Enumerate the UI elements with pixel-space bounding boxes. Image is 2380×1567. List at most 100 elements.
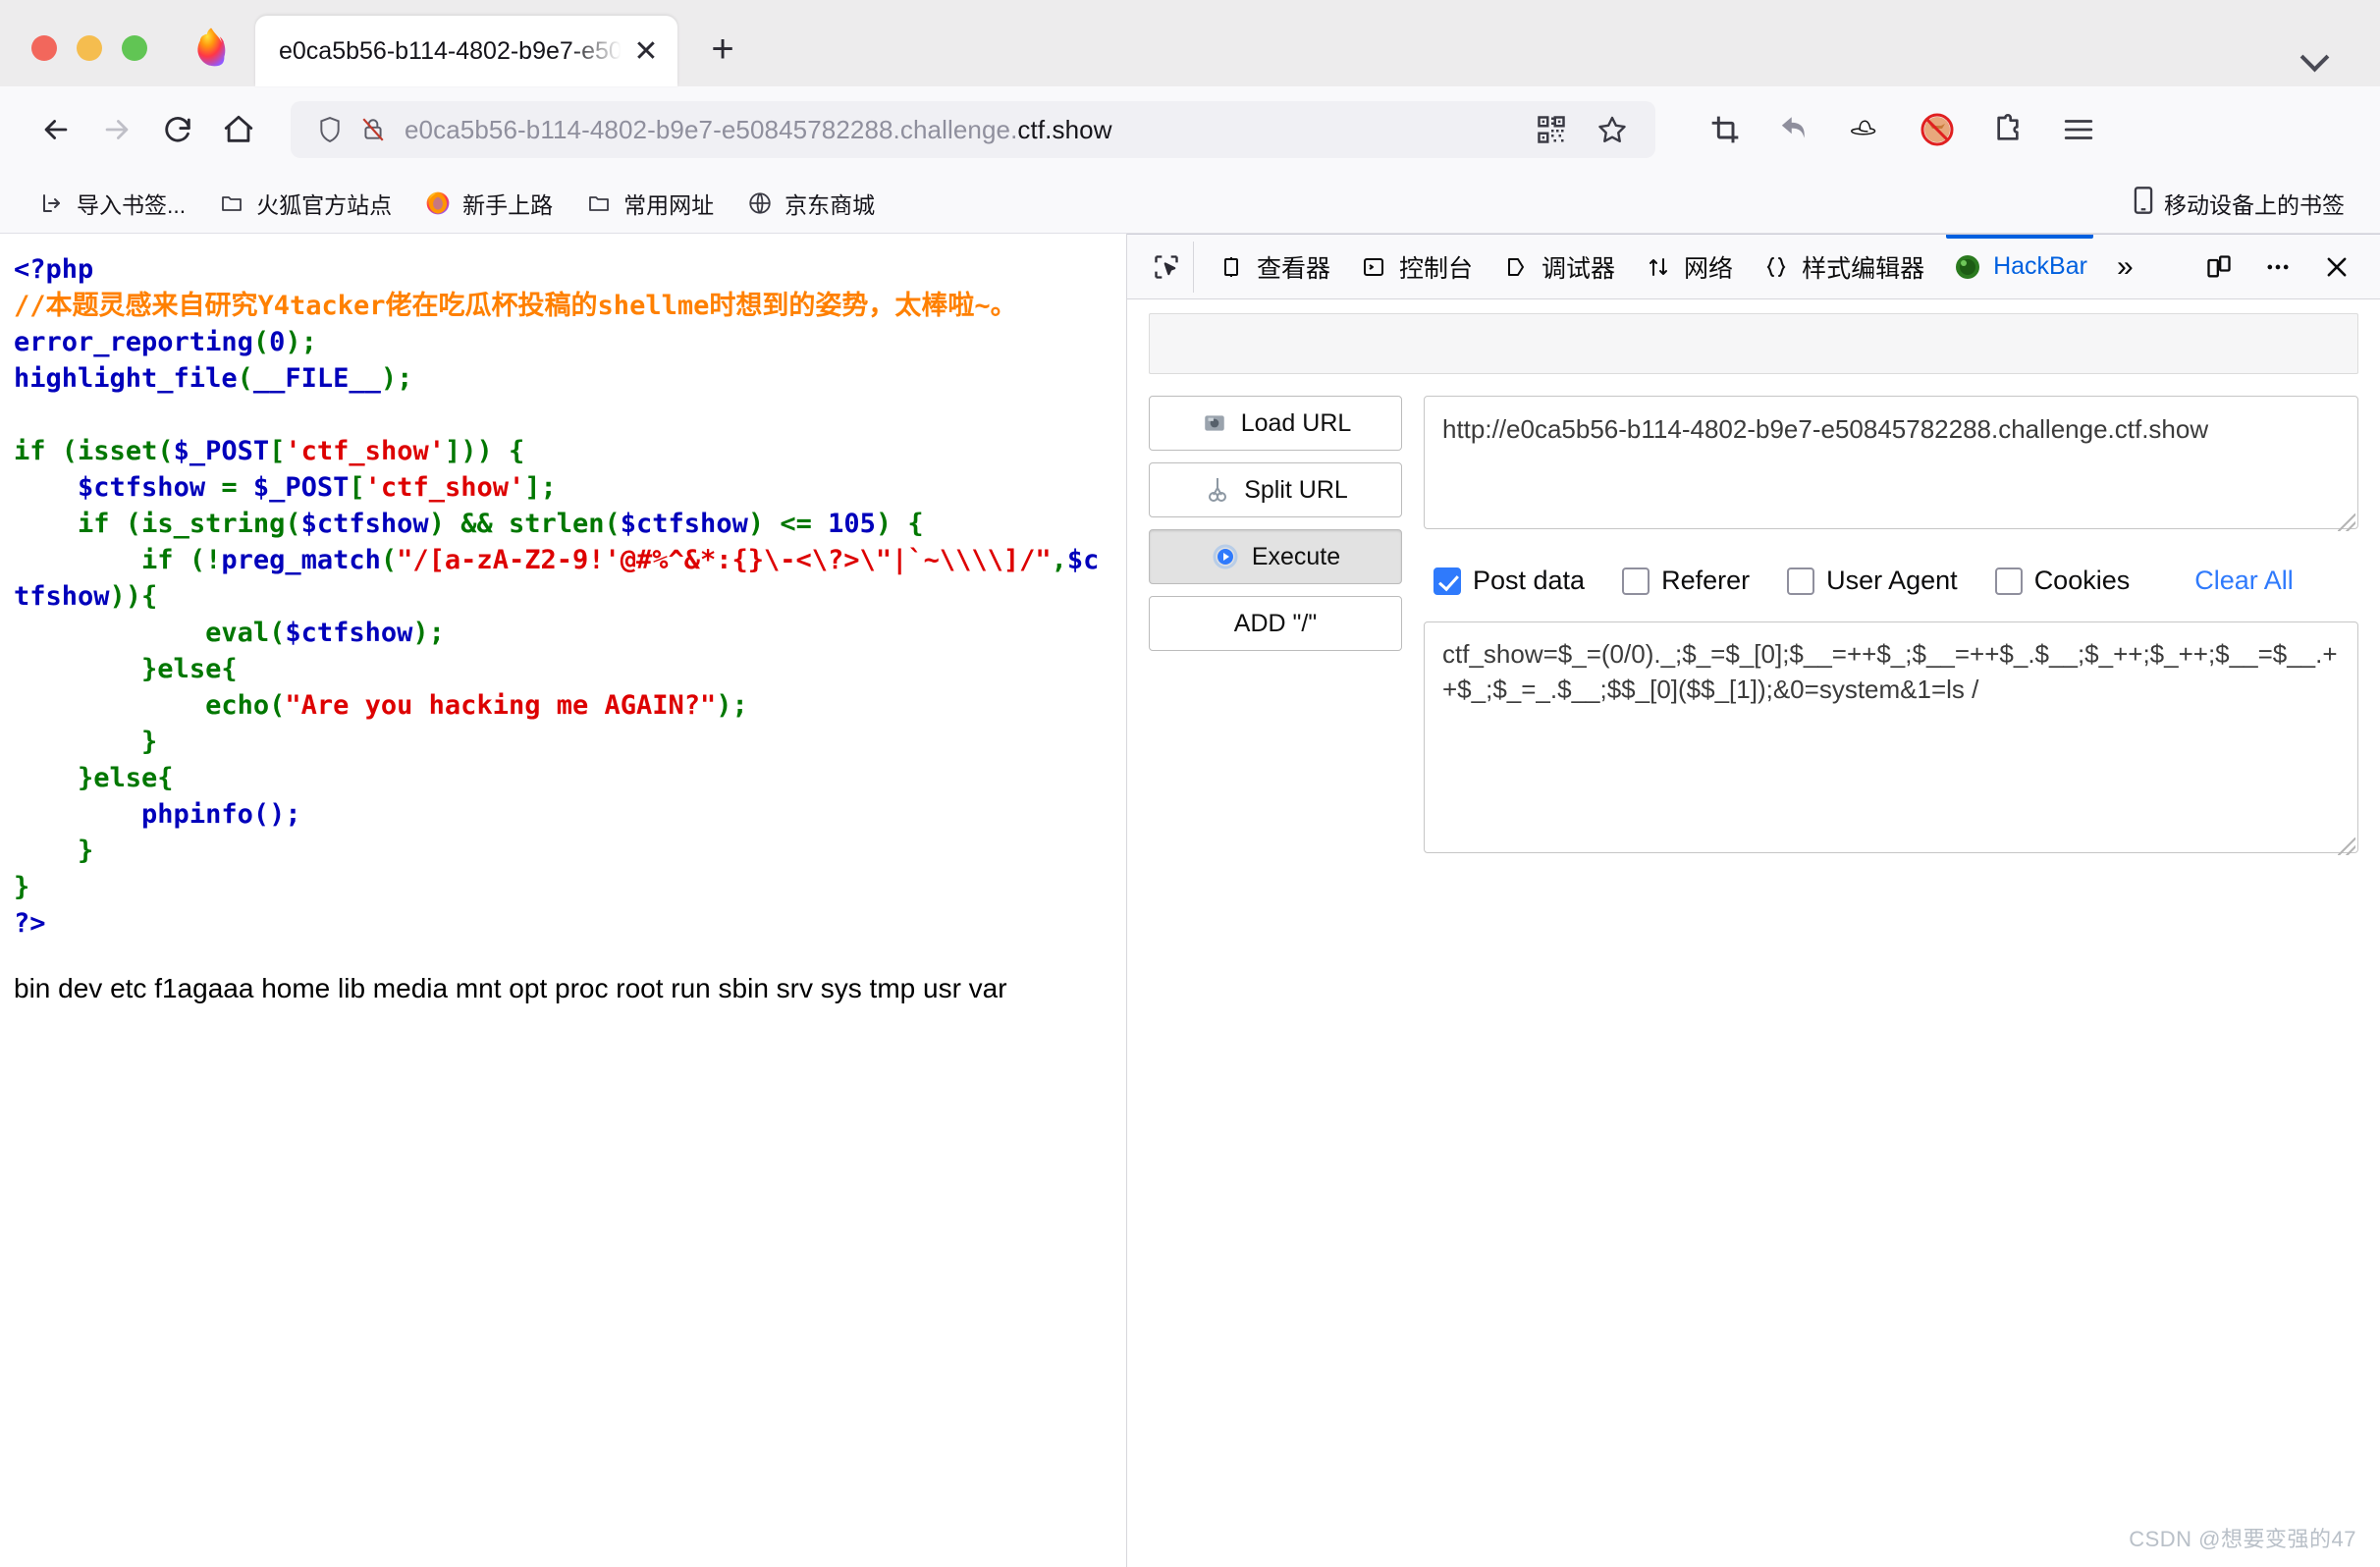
- clear-all-link[interactable]: Clear All: [2194, 566, 2294, 596]
- checkbox-box[interactable]: [1994, 567, 2023, 595]
- element-picker-icon[interactable]: [1139, 241, 1194, 293]
- checkbox-box[interactable]: [1622, 567, 1650, 595]
- tab-debugger[interactable]: 调试器: [1487, 235, 1629, 299]
- close-icon[interactable]: [2311, 242, 2362, 293]
- url-field-wrap: [1424, 396, 2358, 534]
- code-line: <?php: [14, 251, 1112, 288]
- code-token: }: [14, 872, 30, 902]
- load-url-button[interactable]: Load URL: [1149, 396, 1402, 451]
- qr-code-icon[interactable]: [1530, 110, 1573, 149]
- tab-hackbar[interactable]: HackBar: [1938, 234, 2101, 299]
- minimize-window-button[interactable]: [77, 35, 102, 61]
- checkbox-referer[interactable]: Referer: [1622, 566, 1750, 596]
- undo-icon[interactable]: [1765, 99, 1826, 160]
- hackbar-panel: Load URL Split URL Execute ADD "/" http:…: [1127, 299, 2380, 1567]
- star-icon[interactable]: [1591, 110, 1634, 149]
- responsive-design-mode-icon[interactable]: [2193, 242, 2245, 293]
- hamburger-menu-icon[interactable]: [2048, 99, 2109, 160]
- url-input[interactable]: [1424, 396, 2358, 529]
- lock-slash-icon[interactable]: [352, 110, 395, 149]
- tab-inspector[interactable]: 查看器: [1202, 235, 1344, 299]
- bookmark-newbie[interactable]: 新手上路: [407, 181, 568, 226]
- home-button[interactable]: [208, 99, 269, 160]
- back-arrow-icon: [44, 120, 68, 139]
- new-tab-button[interactable]: +: [695, 22, 750, 77]
- checkbox-post-data[interactable]: Post data: [1433, 566, 1585, 596]
- code-token: $ctfshow: [285, 618, 413, 648]
- close-tab-icon[interactable]: ✕: [624, 29, 668, 73]
- firefox-icon: [423, 189, 453, 218]
- code-token: }else{: [14, 654, 238, 684]
- bookmark-import[interactable]: 导入书签...: [22, 181, 201, 226]
- screenshot-icon[interactable]: [1695, 99, 1756, 160]
- code-line: if (is_string($ctfshow) && strlen($ctfsh…: [14, 506, 1112, 542]
- bookmark-mobile[interactable]: 移动设备上的书签: [2133, 186, 2358, 221]
- code-token: );: [716, 690, 748, 721]
- checkbox-label: Referer: [1661, 566, 1751, 595]
- checkbox-box[interactable]: [1787, 567, 1815, 595]
- tab-console[interactable]: 控制台: [1344, 235, 1487, 299]
- tab-label: 查看器: [1257, 254, 1331, 283]
- code-line: }: [14, 869, 1112, 905]
- hat-icon[interactable]: [1836, 99, 1897, 160]
- firefox-icon: [187, 27, 230, 71]
- fox-blocked-icon[interactable]: [1907, 99, 1968, 160]
- tab-style-editor[interactable]: 样式编辑器: [1747, 235, 1938, 299]
- checkbox-label: Cookies: [2033, 566, 2131, 595]
- code-token: $ctfshow: [78, 472, 206, 503]
- forward-arrow-icon: [105, 120, 129, 139]
- code-token: ) &&: [428, 509, 509, 539]
- reload-icon: [165, 117, 190, 142]
- code-token: );: [285, 327, 317, 357]
- code-token: <?php: [14, 254, 94, 285]
- button-label: Split URL: [1244, 475, 1348, 504]
- bookmark-label: 京东商城: [784, 191, 876, 218]
- bookmark-firefox-site[interactable]: 火狐官方站点: [201, 181, 407, 226]
- checkbox-user-agent[interactable]: User Agent: [1787, 566, 1958, 596]
- code-token: $ctfshow: [620, 509, 748, 539]
- forward-button[interactable]: [86, 99, 147, 160]
- tab-label: HackBar: [1993, 252, 2087, 280]
- home-icon: [224, 115, 253, 142]
- browser-tab[interactable]: e0ca5b56-b114-4802-b9e7-e50845 ✕: [255, 16, 677, 86]
- maximize-window-button[interactable]: [122, 35, 147, 61]
- url-domain-base: ctf.show: [1017, 114, 1112, 144]
- resize-grip[interactable]: [2338, 838, 2355, 855]
- address-bar[interactable]: e0ca5b56-b114-4802-b9e7-e50845782288.cha…: [291, 101, 1655, 158]
- close-window-button[interactable]: [31, 35, 57, 61]
- resize-grip[interactable]: [2338, 513, 2355, 531]
- shield-icon[interactable]: [308, 110, 352, 149]
- back-button[interactable]: [26, 99, 86, 160]
- tab-network[interactable]: 网络: [1629, 235, 1747, 299]
- extensions-icon[interactable]: [1977, 99, 2038, 160]
- bookmark-common-sites[interactable]: 常用网址: [568, 181, 730, 226]
- content-area: <?php //本题灵感来自研究Y4tacker佬在吃瓜杯投稿的shellme时想…: [0, 234, 2380, 1567]
- code-token: if (: [14, 509, 142, 539]
- code-token: is_string: [141, 509, 286, 539]
- bookmark-jd-mall[interactable]: 京东商城: [730, 181, 891, 226]
- code-token: )){: [109, 581, 158, 612]
- hackbar-main: Load URL Split URL Execute ADD "/" http:…: [1149, 396, 2358, 858]
- split-url-button[interactable]: Split URL: [1149, 462, 1402, 517]
- meatball-menu-icon[interactable]: [2252, 242, 2303, 293]
- checkbox-cookies[interactable]: Cookies: [1994, 566, 2131, 596]
- reload-button[interactable]: [147, 99, 208, 160]
- post-data-input[interactable]: [1424, 621, 2358, 853]
- load-url-icon: [1200, 408, 1229, 438]
- code-token: );: [380, 363, 413, 394]
- add-slash-button[interactable]: ADD "/": [1149, 596, 1402, 651]
- web-page-viewport: <?php //本题灵感来自研究Y4tacker佬在吃瓜杯投稿的shellme时想…: [0, 234, 1127, 1567]
- checkbox-box[interactable]: [1433, 567, 1461, 595]
- url-domain-prefix: e0ca5b56-b114-4802-b9e7-e50845782288.cha…: [405, 114, 1018, 144]
- code-token: (: [157, 436, 174, 466]
- execute-button[interactable]: Execute: [1149, 529, 1402, 584]
- devtools-overflow-button[interactable]: »: [2101, 250, 2149, 284]
- tab-list-dropdown[interactable]: [2301, 47, 2380, 86]
- code-token: $_POST: [252, 472, 350, 503]
- globe-icon: [745, 189, 775, 218]
- bookmarks-toolbar: 导入书签... 火狐官方站点 新手上路 常用网址 京东商城 移动设备上的书签: [0, 173, 2380, 234]
- code-token: 0: [269, 327, 286, 357]
